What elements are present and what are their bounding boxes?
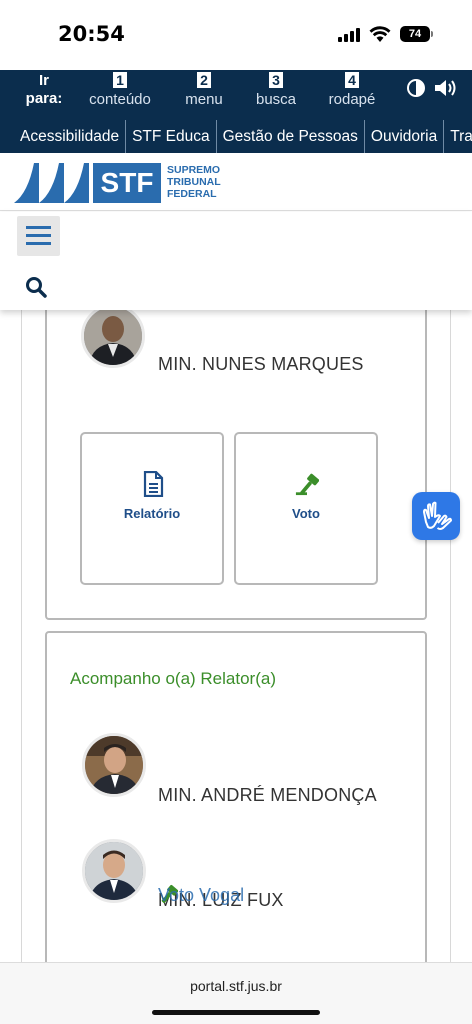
avatar-nunes-marques [81, 304, 145, 368]
link-transparencia[interactable]: Trans [444, 120, 472, 153]
link-acessibilidade[interactable]: Acessibilidade [0, 120, 127, 153]
skip-to-menu-link[interactable]: 2 menu [180, 72, 228, 108]
link-ouvidoria[interactable]: Ouvidoria [365, 120, 445, 153]
accessibility-nav: Ir para: 1 conteúdo 2 menu 3 busca 4 rod… [0, 70, 472, 120]
container-border-right [450, 310, 451, 962]
skip-to-content-link[interactable]: 1 conteúdo [86, 72, 154, 108]
report-button[interactable]: Relatório [80, 432, 224, 585]
container-border-left [21, 310, 22, 962]
battery-tip [431, 31, 433, 37]
sign-language-hands-icon [423, 501, 452, 530]
avatar-andre-mendonca [82, 733, 146, 797]
hamburger-menu-button[interactable] [17, 216, 60, 256]
url-text[interactable]: portal.stf.jus.br [0, 978, 472, 994]
vote-button[interactable]: Voto [234, 432, 378, 585]
report-label: Relatório [123, 506, 181, 521]
search-icon[interactable] [25, 276, 47, 298]
link-gestao-de-pessoas[interactable]: Gestão de Pessoas [217, 120, 365, 153]
vote-group-heading: Acompanho o(a) Relator(a) [70, 669, 276, 688]
wifi-icon [369, 26, 391, 42]
stf-emblem-icon[interactable] [14, 163, 90, 203]
institutional-links-bar: Acessibilidade STF Educa Gestão de Pessoas… [0, 120, 472, 153]
stf-full-name: SUPREMO TRIBUNAL FEDERAL [167, 164, 221, 200]
avatar-luiz-fux [82, 839, 146, 903]
status-time: 20:54 [58, 22, 125, 46]
sign-language-button[interactable] [412, 492, 460, 540]
skip-to-search-link[interactable]: 3 busca [252, 72, 300, 108]
minister-name: MIN. NUNES MARQUES [158, 354, 364, 374]
menu-search-panel [0, 212, 472, 310]
concurring-vote-link[interactable]: Voto Vogal [158, 885, 244, 906]
cellular-signal-icon [338, 28, 362, 42]
browser-url-bar[interactable]: portal.stf.jus.br [0, 962, 472, 1024]
gavel-icon [295, 473, 319, 496]
minister-name: MIN. ANDRÉ MENDONÇA [158, 785, 377, 805]
stf-logo-text[interactable]: STF [93, 163, 161, 203]
contrast-icon[interactable] [407, 79, 425, 97]
audio-icon[interactable] [434, 78, 460, 98]
status-bar: 20:54 74 [0, 0, 472, 70]
home-indicator[interactable] [152, 1010, 320, 1015]
vote-label: Voto [292, 506, 320, 521]
document-icon [143, 471, 164, 497]
link-stf-educa[interactable]: STF Educa [126, 120, 217, 153]
header-logo-area: STF SUPREMO TRIBUNAL FEDERAL [0, 153, 472, 211]
goto-label: Ir para: [25, 72, 63, 107]
skip-to-footer-link[interactable]: 4 rodapé [324, 72, 380, 108]
battery-icon: 74 [400, 26, 430, 42]
